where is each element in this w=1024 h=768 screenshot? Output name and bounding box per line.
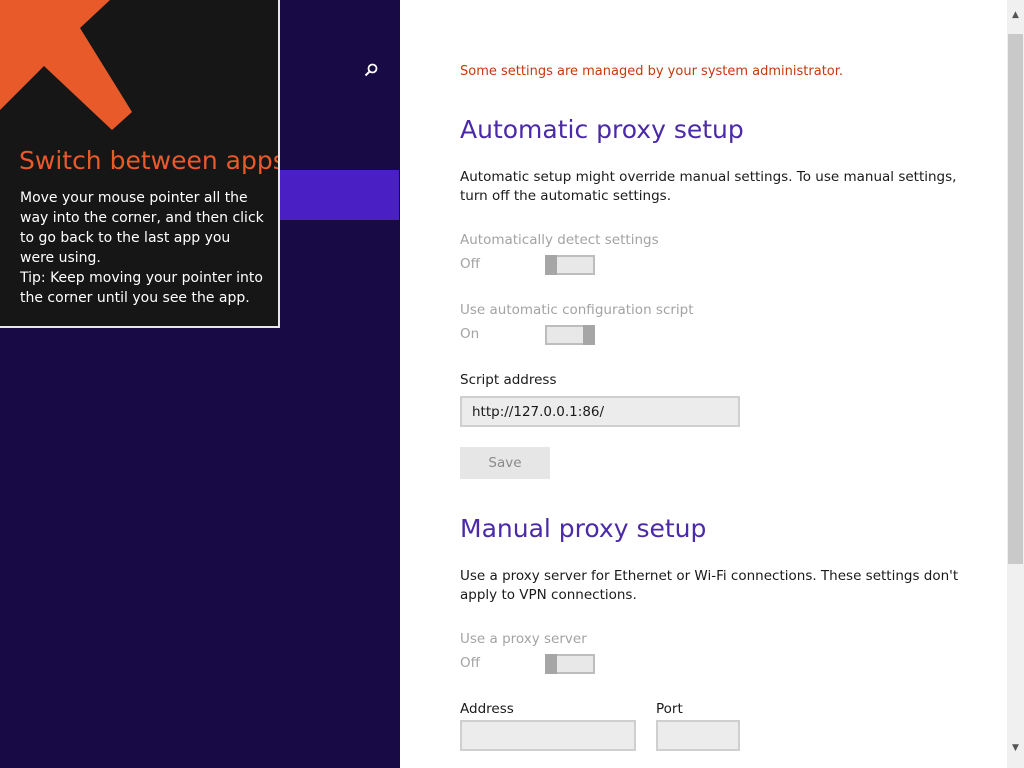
auto-detect-toggle[interactable] [545, 255, 595, 275]
auto-detect-label: Automatically detect settings [460, 232, 659, 248]
tip-body: Move your mouse pointer all the way into… [20, 188, 268, 308]
vertical-scrollbar[interactable]: ▲ ▼ [1007, 0, 1024, 768]
search-icon [364, 63, 378, 77]
automatic-proxy-description: Automatic setup might override manual se… [460, 169, 957, 204]
use-proxy-label: Use a proxy server [460, 631, 587, 647]
manual-proxy-description: Use a proxy server for Ethernet or Wi-Fi… [460, 568, 959, 603]
manual-proxy-title: Manual proxy setup [460, 514, 707, 543]
config-script-state: On [460, 326, 480, 342]
toggle-thumb [583, 325, 595, 345]
config-script-toggle[interactable] [545, 325, 595, 345]
scroll-down-arrow-icon[interactable]: ▼ [1007, 736, 1024, 760]
toggle-thumb [545, 654, 557, 674]
use-proxy-state: Off [460, 655, 480, 671]
settings-window: Switch between apps Move your mouse poin… [0, 0, 1024, 768]
tip-title: Switch between apps [19, 146, 280, 175]
save-button[interactable]: Save [460, 447, 550, 479]
proxy-address-input[interactable] [460, 720, 636, 751]
automatic-proxy-title: Automatic proxy setup [460, 115, 744, 144]
script-address-input[interactable] [460, 396, 740, 427]
nav-selected-item[interactable] [280, 170, 399, 220]
scroll-up-arrow-icon[interactable]: ▲ [1007, 0, 1024, 30]
auto-detect-state: Off [460, 256, 480, 272]
tip-overlay: Switch between apps Move your mouse poin… [0, 0, 280, 328]
proxy-address-label: Address [460, 701, 514, 717]
proxy-port-input[interactable] [656, 720, 740, 751]
proxy-port-label: Port [656, 701, 683, 717]
search-button[interactable] [358, 58, 384, 84]
corner-arrow-icon [0, 0, 132, 130]
script-address-label: Script address [460, 372, 557, 388]
config-script-label: Use automatic configuration script [460, 302, 694, 318]
scrollbar-thumb[interactable] [1008, 34, 1023, 564]
admin-notice: Some settings are managed by your system… [460, 64, 844, 79]
toggle-thumb [545, 255, 557, 275]
tip-body-text: Move your mouse pointer all the way into… [20, 190, 264, 266]
use-proxy-toggle[interactable] [545, 654, 595, 674]
tip-body-tip: Tip: Keep moving your pointer into the c… [20, 270, 263, 306]
